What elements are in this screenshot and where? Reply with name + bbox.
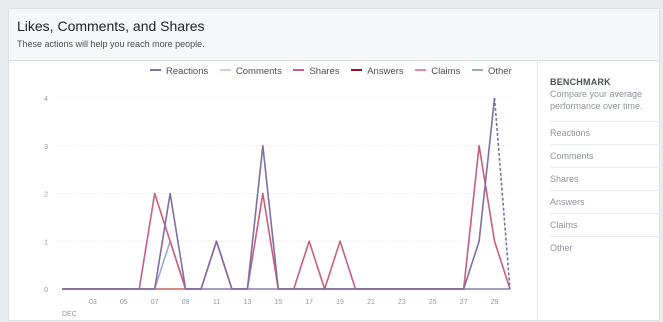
y-tick-label: 2 [44,192,48,199]
y-tick-label: 4 [44,96,48,103]
x-tick-label: 15 [274,299,282,306]
x-tick-label: 03 [89,299,97,306]
x-tick-label: 09 [182,299,190,306]
x-tick-label: 29 [491,299,499,306]
x-tick-label: 21 [367,299,375,306]
x-tick-label: 27 [460,299,468,306]
series-line-shares [62,144,511,290]
x-tick-label: 11 [213,299,220,306]
x-tick-label: 17 [305,299,313,306]
x-tick-label: 19 [336,299,344,306]
x-tick-label: 13 [243,299,251,306]
x-tick-label: 05 [120,299,128,306]
series-line-other [62,240,510,290]
y-tick-label: 0 [44,287,48,294]
series-dashed-segment-reactions [493,97,511,290]
x-axis-month-label: DEC [62,311,77,318]
line-chart: 0123403 05 07 09 11 13 15 17 19 21 23 25 27 29DEC [44,96,512,318]
y-tick-label: 1 [44,239,48,246]
x-tick-label: 07 [151,299,159,306]
y-tick-label: 3 [44,144,48,151]
x-tick-label: 23 [398,299,406,306]
x-tick-label: 25 [429,299,437,306]
